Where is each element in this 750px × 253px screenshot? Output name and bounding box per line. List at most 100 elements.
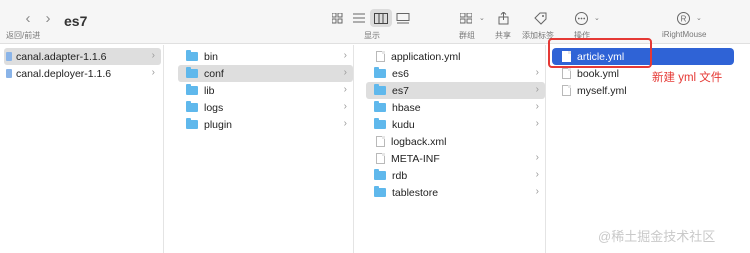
column-view-icon[interactable] (370, 9, 392, 27)
folder-icon (374, 101, 386, 112)
file-icon (562, 68, 571, 79)
list-item[interactable]: tablestore › (366, 184, 545, 201)
user-control[interactable]: R ⌄ (672, 9, 702, 27)
user-label: iRightMouse (662, 30, 707, 39)
forward-icon[interactable]: › (38, 10, 58, 27)
chevron-right-icon: › (535, 152, 539, 163)
item-label: logback.xml (391, 135, 447, 148)
folder-icon (374, 84, 386, 95)
item-label: bin (204, 50, 219, 63)
item-label: canal.adapter-1.1.6 (16, 50, 107, 63)
list-item[interactable]: es7 › (366, 82, 545, 99)
chevron-right-icon: › (151, 50, 155, 61)
list-item[interactable]: es6 › (366, 65, 545, 82)
folder-icon (374, 169, 386, 180)
item-label: kudu (392, 118, 415, 131)
share-label: 共享 (495, 31, 511, 40)
window-title: es7 (64, 13, 88, 29)
folder-icon (374, 67, 386, 78)
icon-view-icon[interactable] (326, 9, 348, 27)
folder-icon (186, 50, 198, 61)
document-icon (6, 52, 12, 61)
item-label: lib (204, 84, 215, 97)
item-label: META-INF (391, 152, 440, 165)
chevron-down-icon: ⌄ (594, 15, 600, 22)
share-icon[interactable] (492, 9, 514, 27)
nav-buttons: ‹ › (18, 10, 58, 27)
list-item[interactable]: canal.adapter-1.1.6 › (4, 48, 161, 65)
list-item[interactable]: logback.xml (366, 133, 545, 150)
folder-icon (374, 118, 386, 129)
group-icon[interactable] (455, 9, 477, 27)
chevron-right-icon: › (343, 67, 347, 78)
list-view-icon[interactable] (348, 9, 370, 27)
folder-icon (186, 84, 198, 95)
item-label: book.yml (577, 67, 620, 80)
annotation-text: 新建 yml 文件 (652, 72, 723, 84)
list-item[interactable]: bin › (178, 48, 353, 65)
list-item[interactable]: lib › (178, 82, 353, 99)
item-label: es6 (392, 67, 409, 80)
list-item[interactable]: hbase › (366, 99, 545, 116)
item-label: hbase (392, 101, 421, 114)
tag-icon[interactable] (529, 9, 551, 27)
list-item[interactable]: logs › (178, 99, 353, 116)
chevron-down-icon: ⌄ (479, 15, 485, 22)
nav-label: 返回/前进 (6, 31, 41, 40)
group-control[interactable]: ⌄ (455, 9, 485, 27)
item-label: plugin (204, 118, 233, 131)
folder-icon (186, 118, 198, 129)
folder-icon (186, 67, 198, 78)
gallery-view-icon[interactable] (392, 9, 414, 27)
more-icon[interactable] (570, 9, 592, 27)
tag-control[interactable] (529, 9, 551, 27)
item-label: myself.yml (577, 84, 627, 97)
list-item[interactable]: canal.deployer-1.1.6 › (4, 65, 161, 82)
item-label: canal.deployer-1.1.6 (16, 67, 112, 80)
item-label: logs (204, 101, 224, 114)
annotation-box (548, 38, 652, 68)
item-label: conf (204, 67, 224, 80)
chevron-right-icon: › (535, 101, 539, 112)
chevron-right-icon: › (343, 50, 347, 61)
chevron-right-icon: › (535, 169, 539, 180)
view-switcher (326, 9, 414, 27)
list-item[interactable]: META-INF › (366, 150, 545, 167)
chevron-right-icon: › (535, 67, 539, 78)
list-item[interactable]: plugin › (178, 116, 353, 133)
item-label: es7 (392, 84, 409, 97)
view-label: 显示 (364, 31, 380, 40)
registered-icon[interactable]: R (672, 9, 694, 27)
action-control[interactable]: ⌄ (570, 9, 600, 27)
share-control[interactable] (492, 9, 514, 27)
chevron-right-icon: › (343, 84, 347, 95)
chevron-right-icon: › (343, 101, 347, 112)
chevron-right-icon: › (535, 118, 539, 129)
file-icon (376, 51, 385, 62)
list-item[interactable]: conf › (178, 65, 353, 82)
file-icon (376, 153, 385, 164)
file-icon (376, 136, 385, 147)
group-label: 群组 (459, 31, 475, 40)
column-2: bin › conf › lib › logs › plugin › (176, 45, 354, 253)
list-item[interactable]: rdb › (366, 167, 545, 184)
folder-icon (374, 186, 386, 197)
item-label: tablestore (392, 186, 439, 199)
chevron-right-icon: › (343, 118, 347, 129)
list-item[interactable]: application.yml (366, 48, 545, 65)
column-1: canal.adapter-1.1.6 › canal.deployer-1.1… (2, 45, 164, 253)
folder-icon (186, 101, 198, 112)
file-icon (562, 85, 571, 96)
svg-text:R: R (680, 14, 686, 23)
chevron-right-icon: › (151, 67, 155, 78)
back-icon[interactable]: ‹ (18, 10, 38, 27)
chevron-down-icon: ⌄ (696, 15, 702, 22)
list-item[interactable]: kudu › (366, 116, 545, 133)
item-label: rdb (392, 169, 408, 182)
watermark: @稀土掘金技术社区 (598, 229, 716, 244)
chevron-right-icon: › (535, 186, 539, 197)
document-icon (6, 69, 12, 78)
column-3: application.yml es6 › es7 › hbase › kudu… (364, 45, 546, 253)
chevron-right-icon: › (535, 84, 539, 95)
item-label: application.yml (391, 50, 461, 63)
